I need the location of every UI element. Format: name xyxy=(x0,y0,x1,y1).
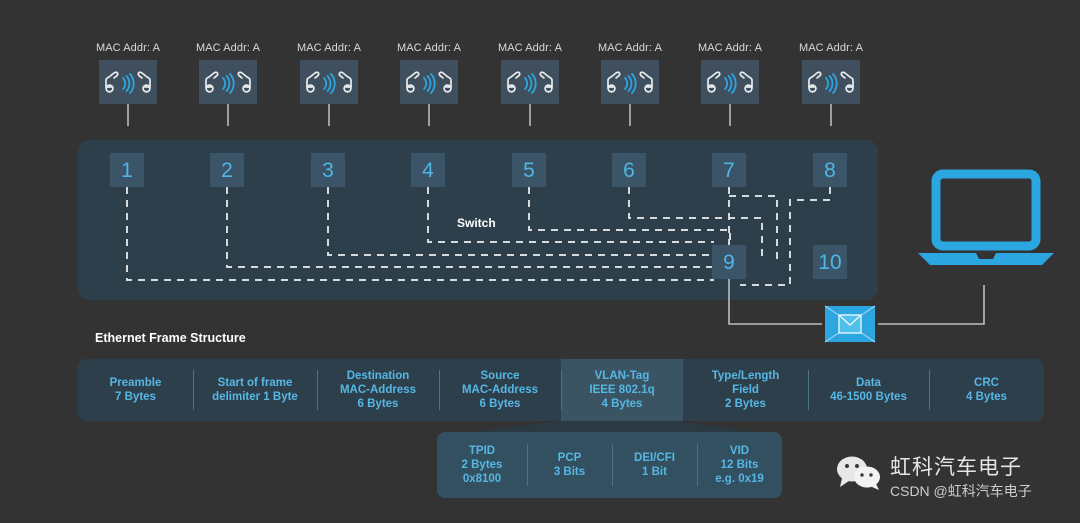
vlan-cell-1: TPID 2 Bytes 0x8100 xyxy=(437,432,527,498)
wechat-logo-icon xyxy=(837,456,880,490)
vlan-cell-line: 0x8100 xyxy=(462,473,502,485)
watermark-main-text: 虹科汽车电子 xyxy=(890,456,1022,479)
vlan-cell-2: PCP 3 Bits xyxy=(527,432,612,498)
watermark-sub-text: CSDN @虹科汽车电子 xyxy=(890,483,1032,499)
vlan-cell-line: 12 Bits xyxy=(720,459,759,471)
vlan-cell-line: e.g. 0x19 xyxy=(715,473,764,485)
vlan-cell-line: 3 Bits xyxy=(553,466,586,478)
vlan-cell-4: VID 12 Bits e.g. 0x19 xyxy=(697,432,782,498)
vlan-cell-line: PCP xyxy=(557,452,582,464)
vlan-cell-line: DEI/CFI xyxy=(634,452,675,464)
vlan-cell-3: DEI/CFI 1 Bit xyxy=(612,432,697,498)
vlan-cell-line: TPID xyxy=(468,445,496,457)
vlan-tag-detail-bar: TPID 2 Bytes 0x8100 PCP 3 Bits DEI/CFI 1 Bit VI… xyxy=(437,432,782,498)
watermark: 虹科汽车电子 CSDN @虹科汽车电子 xyxy=(836,456,1032,500)
vlan-cell-line: 1 Bit xyxy=(642,466,667,478)
vlan-cell-line: 2 Bytes xyxy=(461,459,503,471)
vlan-cell-line: VID xyxy=(729,445,750,457)
